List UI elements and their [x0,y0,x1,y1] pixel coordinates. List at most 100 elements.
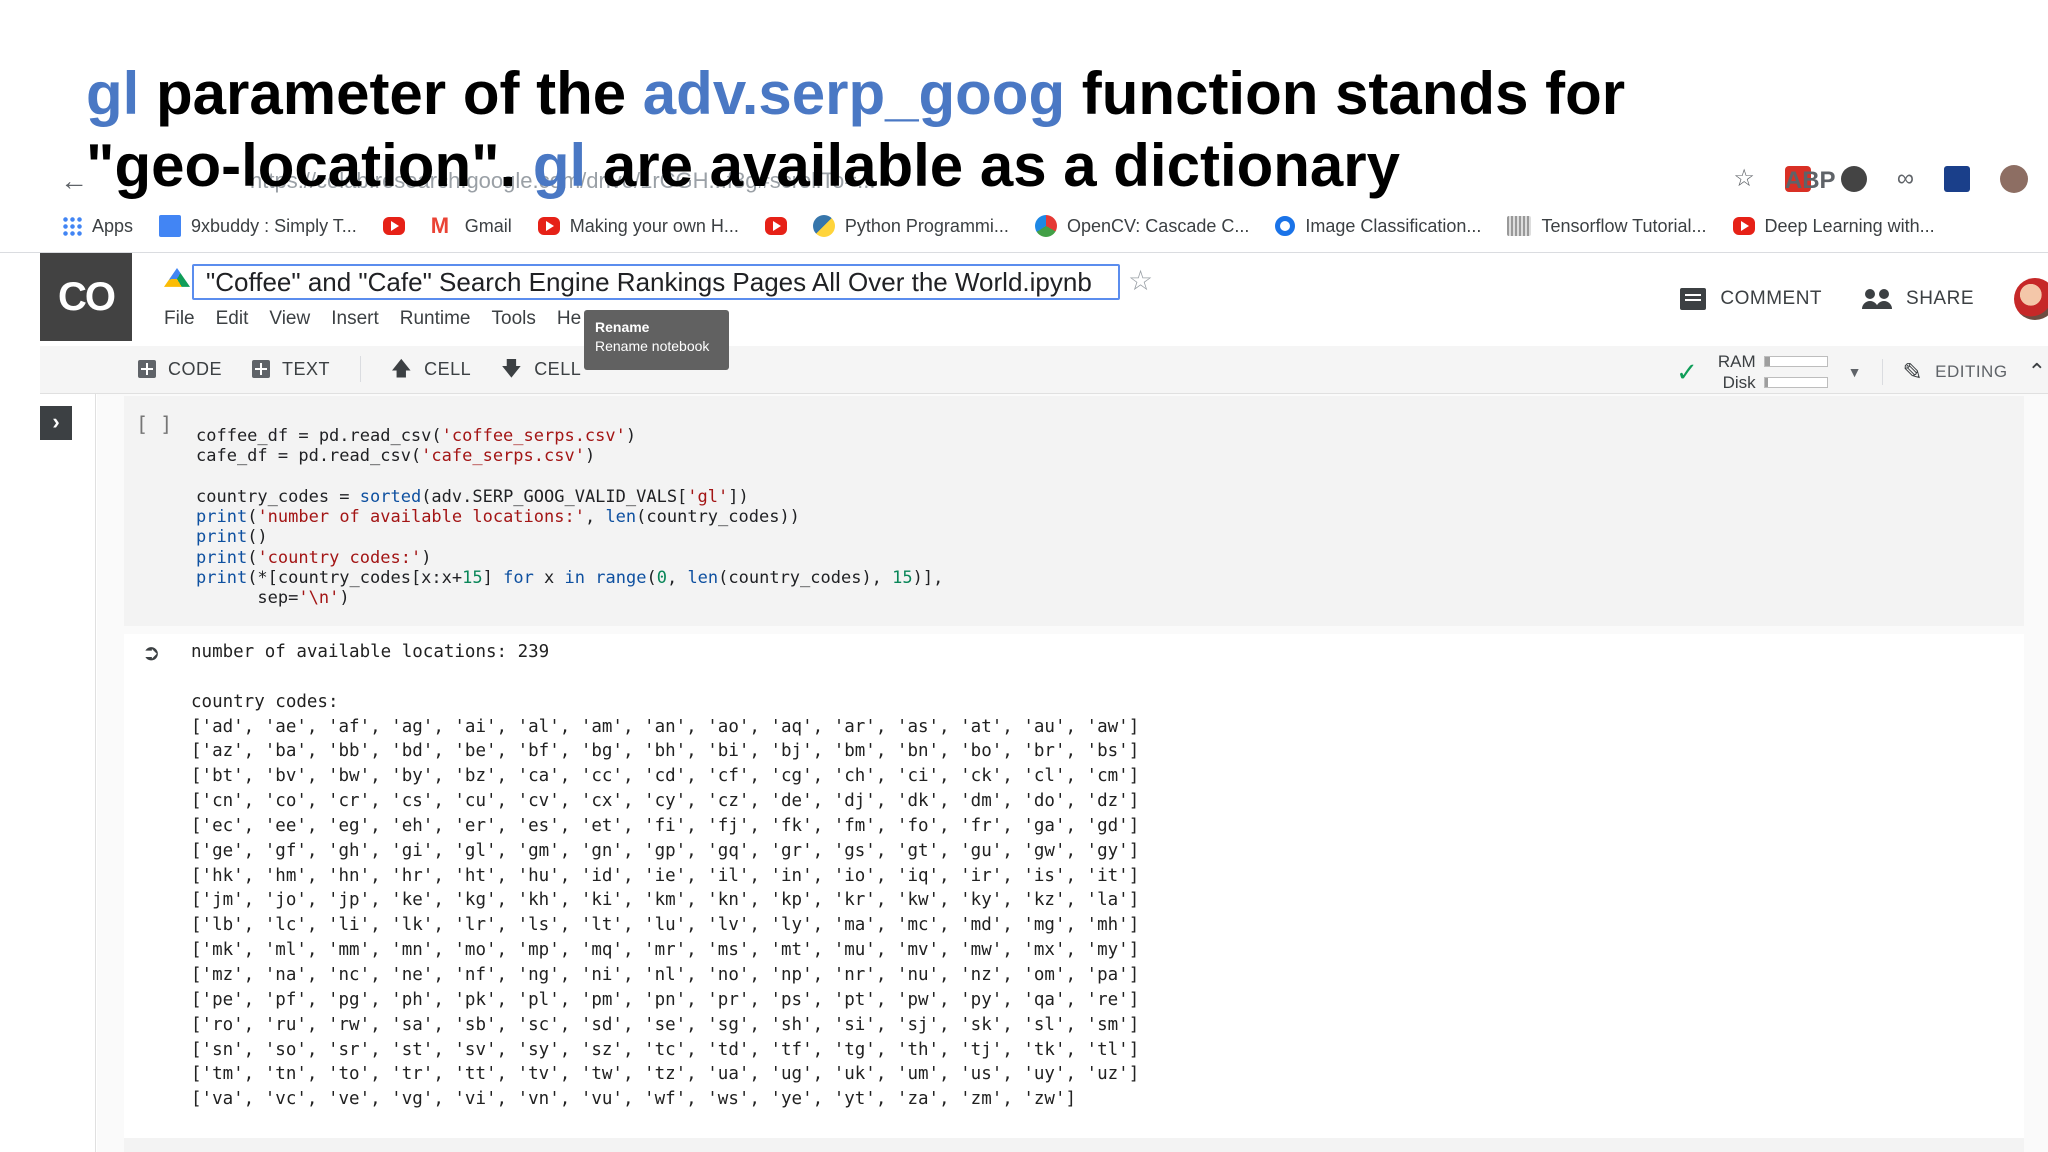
chevron-right-icon[interactable]: › [40,406,72,440]
code-line: print() [196,527,943,547]
adblock-icon[interactable]: ABP [1784,166,1836,194]
arrow-up-icon: 🡅 [391,358,413,380]
extension-shield-icon[interactable] [1840,166,1867,192]
output-line: ['ro', 'ru', 'rw', 'sa', 'sb', 'sc', 'sd… [191,1014,1140,1035]
output-line: ['hk', 'hm', 'hn', 'hr', 'ht', 'hu', 'id… [191,865,1140,886]
pencil-icon: ✎ [1902,358,1924,386]
bookmark-star-icon[interactable]: ☆ [1733,164,1755,194]
output-line: ['ec', 'ee', 'eg', 'eh', 'er', 'es', 'et… [191,815,1140,836]
ram-bar [1763,356,1828,367]
code-token: () [247,527,268,548]
output-line: ['tm', 'tn', 'to', 'tr', 'tt', 'tv', 'tw… [191,1064,1140,1085]
code-line: print('number of available locations:', … [196,507,943,527]
text-label: TEXT [282,358,331,379]
code-token: cafe_df = pd.read_csv( [196,446,422,467]
code-token: print [196,527,248,548]
profile-avatar-icon[interactable] [2000,165,2028,193]
doc-icon [159,215,182,237]
code-token: ) [421,547,432,568]
slide-title-line-2: "geo-location". gl are available as a di… [86,130,1625,202]
code-token: '\n' [298,588,340,609]
bookmark-item[interactable]: M Gmail [431,215,512,237]
menu-item[interactable]: View [269,308,310,330]
bookmark-label: Image Classification... [1305,215,1482,236]
output-line: ['mk', 'ml', 'mm', 'mn', 'mo', 'mp', 'mq… [191,940,1140,961]
slide-title-segment: parameter of the [139,60,643,127]
bookmark-item[interactable] [382,217,405,235]
run-cell-button[interactable]: [ ] [136,412,172,436]
extension-glasses-icon[interactable]: ∞ [1897,164,1914,194]
bookmark-label: Making your own H... [569,215,739,236]
code-editor[interactable]: coffee_df = pd.read_csv('coffee_serps.cs… [196,426,943,609]
python-icon [812,215,835,237]
share-button[interactable]: SHARE [1862,288,1974,310]
slide-title: gl parameter of the adv.serp_goog functi… [86,58,1625,202]
code-token: ) [625,426,637,446]
code-token: country_codes = [196,486,360,507]
output-icon[interactable]: ➲ [142,640,160,666]
people-icon [1862,289,1892,309]
youtube-icon [764,217,787,235]
slide-title-segment: function stands for [1065,60,1626,127]
bookmark-item[interactable]: Tensorflow Tutorial... [1507,216,1707,237]
bookmark-label: Gmail [464,215,512,236]
chevron-up-icon[interactable]: ⌃ [2028,359,2046,385]
code-line: sep='\n') [196,588,943,608]
bookmark-item[interactable]: 9xbuddy : Simply T... [159,215,357,237]
code-token: sorted [359,486,422,507]
colab-logo[interactable]: CO [40,253,132,341]
plus-icon [252,360,271,378]
output-line: ['az', 'ba', 'bb', 'bd', 'be', 'bf', 'bg… [191,741,1140,762]
bookmark-item[interactable] [764,217,787,235]
add-text-button[interactable]: TEXT [252,359,330,380]
opencv-icon [1034,215,1057,237]
code-token: 'coffee_serps.csv' [441,426,626,446]
menu-item[interactable]: Insert [331,308,379,330]
menu-item[interactable]: He [557,308,581,330]
code-token: )], [912,568,944,589]
output-line: ['ad', 'ae', 'af', 'ag', 'ai', 'al', 'am… [191,716,1140,737]
code-token: (*[country_codes[x:x+ [247,568,463,589]
code-token: , [584,507,606,528]
code-token: print [196,568,248,589]
menu-item[interactable]: File [164,308,195,330]
bookmark-label: 9xbuddy : Simply T... [191,215,357,236]
bookmark-item[interactable]: Deep Learning with... [1732,216,1935,237]
output-line: ['jm', 'jo', 'jp', 'ke', 'kg', 'kh', 'ki… [191,890,1140,911]
output-line: ['va', 'vc', 've', 'vg', 'vi', 'vn', 'vu… [191,1089,1077,1110]
code-line: print('country codes:') [196,548,943,568]
tooltip-subtitle: Rename notebook [595,338,710,354]
user-avatar[interactable] [2014,278,2048,320]
star-icon[interactable]: ☆ [1128,264,1153,297]
caret-down-icon[interactable]: ▼ [1848,364,1862,380]
menu-item[interactable]: Edit [216,308,249,330]
comment-icon [1680,288,1707,310]
output-line: ['ge', 'gf', 'gh', 'gi', 'gl', 'gm', 'gn… [191,840,1140,861]
output-line: ['cn', 'co', 'cr', 'cs', 'cu', 'cv', 'cx… [191,791,1140,812]
tensorflow-icon [1507,216,1532,236]
bookmark-item[interactable]: OpenCV: Cascade C... [1034,215,1249,237]
cell-down-label: CELL [534,358,582,379]
move-cell-up-button[interactable]: 🡅 CELL [391,359,471,380]
bookmark-item[interactable]: Image Classification... [1275,216,1481,237]
comment-button[interactable]: COMMENT [1680,288,1822,310]
tooltip-title: Rename [595,319,650,335]
bookmark-item[interactable]: Making your own H... [537,215,739,237]
arrow-left-icon[interactable]: ← [60,166,88,196]
add-code-button[interactable]: CODE [138,359,222,380]
code-token: (country_codes)) [636,507,800,528]
youtube-icon [537,217,560,235]
bookmark-item[interactable]: Apps [62,216,133,237]
bookmark-item[interactable]: Python Programmi... [812,215,1009,237]
notebook-title-input[interactable]: "Coffee" and "Cafe" Search Engine Rankin… [192,264,1120,300]
code-token: ( [247,507,258,528]
menu-item[interactable]: Tools [492,308,536,330]
divider [0,252,2048,253]
move-cell-down-button[interactable]: 🡇 CELL [501,359,581,380]
extension-chart-icon[interactable] [1944,166,1970,192]
code-token: 'country codes:' [257,547,422,568]
editing-mode-button[interactable]: ✎ EDITING [1903,358,2008,387]
youtube-icon [382,217,405,235]
menu-item[interactable]: Runtime [400,308,471,330]
resource-monitor[interactable]: RAM Disk [1718,352,1828,392]
